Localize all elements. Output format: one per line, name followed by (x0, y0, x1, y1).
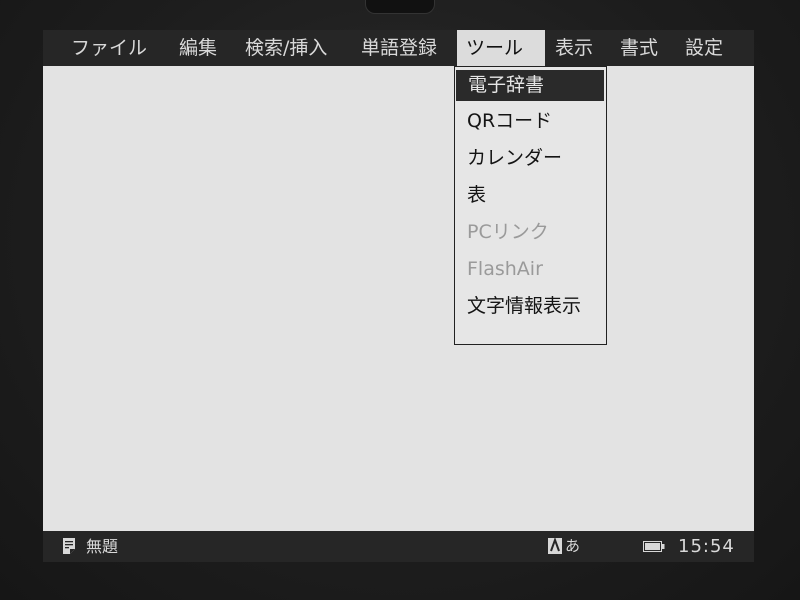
device-bezel: ファイル 編集 検索/挿入 単語登録 ツール 表示 書式 設定 電子辞書 QRコ… (0, 0, 800, 600)
menu-format[interactable]: 書式 (615, 30, 663, 66)
input-mode-icon (548, 538, 562, 554)
menu-item-pc-link: PCリンク (467, 221, 549, 243)
input-mode-indicator: あ (565, 537, 581, 555)
battery-icon (643, 541, 665, 552)
tools-dropdown-menu: 電子辞書 QRコード カレンダー 表 PCリンク FlashAir 文字情報表示 (454, 66, 607, 345)
menu-item-electronic-dictionary[interactable]: 電子辞書 (456, 70, 604, 101)
menu-edit[interactable]: 編集 (174, 30, 222, 66)
clock: 15:54 (678, 536, 735, 557)
menu-search-insert[interactable]: 検索/挿入 (240, 30, 332, 66)
menu-settings[interactable]: 設定 (680, 30, 728, 66)
menu-tools[interactable]: ツール (457, 30, 545, 66)
menu-item-flashair: FlashAir (467, 258, 543, 280)
document-icon (63, 538, 75, 554)
screen: ファイル 編集 検索/挿入 単語登録 ツール 表示 書式 設定 電子辞書 QRコ… (43, 30, 754, 562)
menu-item-table[interactable]: 表 (455, 180, 605, 211)
menu-item-character-info[interactable]: 文字情報表示 (455, 291, 605, 322)
menu-file[interactable]: ファイル (66, 30, 152, 66)
menu-word-registration[interactable]: 単語登録 (356, 30, 442, 66)
menu-item-calendar[interactable]: カレンダー (455, 143, 605, 174)
menu-bar: ファイル 編集 検索/挿入 単語登録 ツール 表示 書式 設定 (43, 30, 754, 66)
device-notch (365, 0, 435, 14)
menu-item-qr-code[interactable]: QRコード (455, 106, 605, 137)
document-title: 無題 (86, 537, 119, 556)
menu-view[interactable]: 表示 (550, 30, 598, 66)
status-bar: 無題 あ 15:54 (43, 531, 754, 562)
